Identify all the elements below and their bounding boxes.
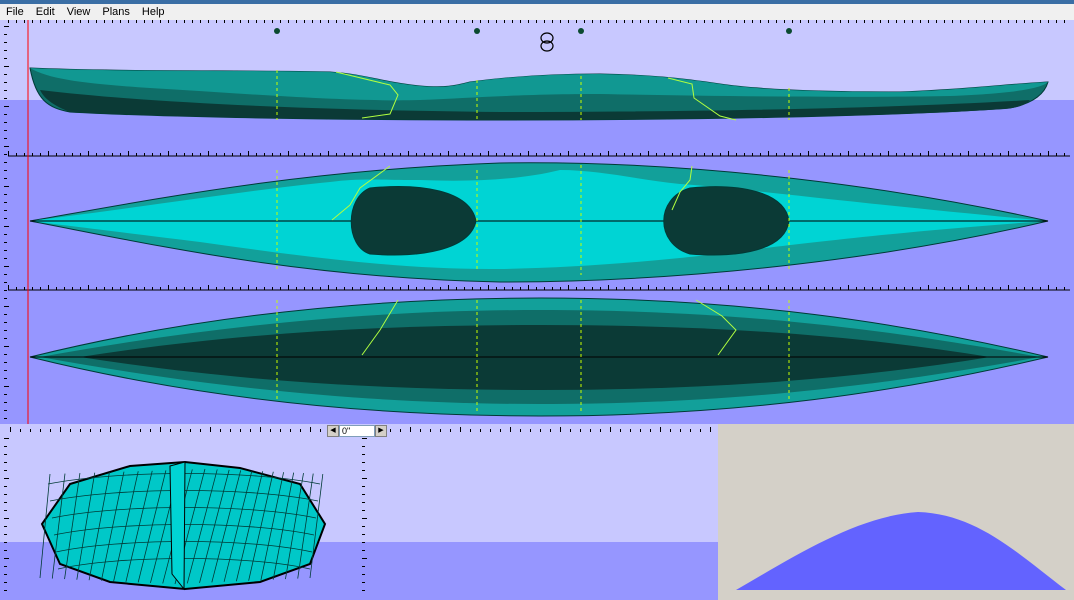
menu-bar: File Edit View Plans Help: [0, 4, 1074, 20]
plan-workspace[interactable]: [0, 20, 1074, 424]
body-plan-view[interactable]: [0, 424, 718, 600]
angle-input[interactable]: [339, 425, 375, 437]
menu-file[interactable]: File: [0, 4, 30, 20]
spinner-left-button[interactable]: ◀: [327, 425, 339, 437]
station-dot-icon[interactable]: [578, 28, 584, 34]
figure-eight-icon[interactable]: [540, 32, 554, 52]
station-dot-icon[interactable]: [274, 28, 280, 34]
menu-plans[interactable]: Plans: [96, 4, 136, 20]
menu-view[interactable]: View: [61, 4, 97, 20]
angle-spinner: ◀ ▶: [327, 425, 387, 437]
area-curve-canvas[interactable]: [718, 424, 1074, 600]
profile-view[interactable]: [29, 67, 1049, 121]
area-curve-view[interactable]: [718, 424, 1074, 600]
menu-help[interactable]: Help: [136, 4, 171, 20]
body-stem: [169, 461, 186, 591]
area-curve: [736, 512, 1066, 590]
menu-edit[interactable]: Edit: [30, 4, 61, 20]
station-dot-icon[interactable]: [786, 28, 792, 34]
body-plan-canvas[interactable]: [0, 424, 718, 600]
station-dot-icon[interactable]: [474, 28, 480, 34]
body-section-3d[interactable]: [39, 460, 327, 591]
cockpit-rear[interactable]: [663, 186, 790, 256]
plan-views-canvas[interactable]: [0, 20, 1074, 424]
spinner-right-button[interactable]: ▶: [375, 425, 387, 437]
top-ruler: [8, 20, 1065, 23]
